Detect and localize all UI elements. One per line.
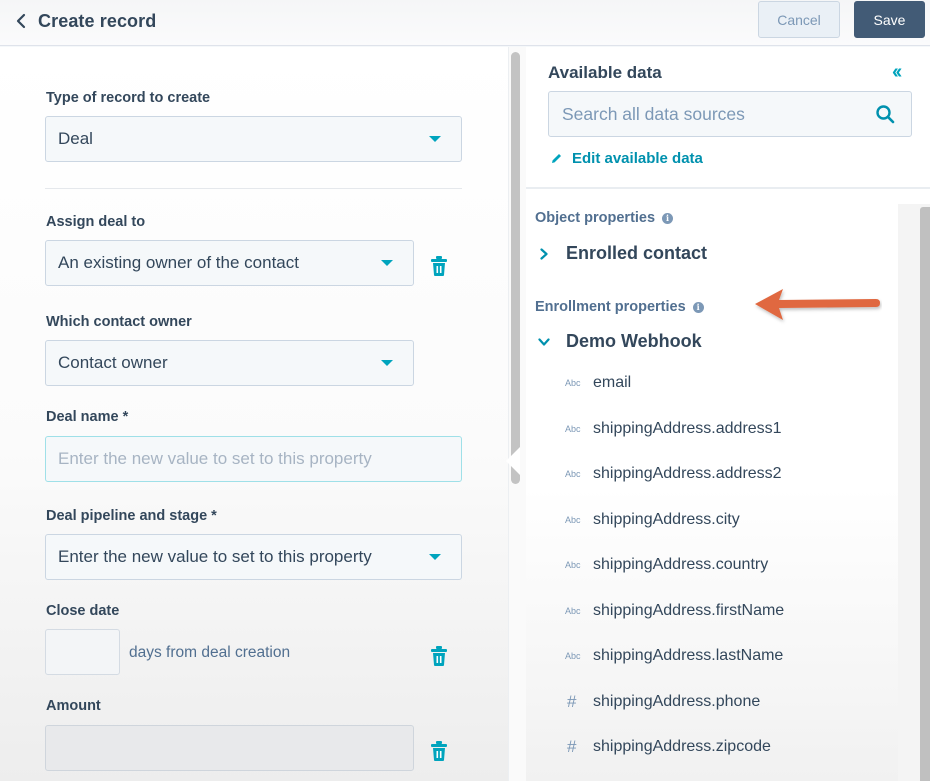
cancel-button[interactable]: Cancel (758, 1, 840, 38)
chevron-right-icon (540, 247, 548, 260)
page-header: Create record Cancel Save (0, 0, 930, 46)
demo-webhook-group[interactable]: Demo Webhook (538, 331, 702, 352)
trash-icon (431, 256, 447, 276)
text-type-icon: Abc (565, 378, 581, 388)
pipeline-stage-select[interactable]: Enter the new value to set to this prope… (45, 534, 462, 580)
edit-available-data-label: Edit available data (572, 150, 703, 167)
annotation-arrow-icon (755, 289, 880, 320)
search-placeholder: Search all data sources (562, 103, 745, 124)
double-chevron-left-icon[interactable]: ‹‹ (892, 61, 902, 84)
property-name: shippingAddress.lastName (593, 647, 784, 664)
close-date-suffix: days from deal creation (129, 644, 291, 661)
enrolled-contact-label: Enrolled contact (566, 243, 708, 263)
enrollment-properties-heading: Enrollment properties i (535, 299, 704, 315)
contact-owner-select[interactable]: Contact owner (45, 340, 414, 386)
available-data-title: Available data (548, 63, 662, 82)
property-name: shippingAddress.firstName (593, 602, 785, 619)
available-data-header: Available data ‹‹ Search all data source… (526, 47, 930, 189)
save-button[interactable]: Save (854, 1, 925, 38)
number-type-icon: # (567, 692, 577, 711)
property-item[interactable]: Abc email (565, 371, 631, 395)
text-type-icon: Abc (565, 515, 581, 525)
edit-available-data-link[interactable]: Edit available data (550, 150, 703, 167)
chevron-down-icon (538, 337, 550, 346)
property-name: email (593, 374, 632, 391)
assign-deal-select[interactable]: An existing owner of the contact (45, 240, 414, 286)
record-type-select[interactable]: Deal (45, 116, 462, 162)
assign-deal-label: Assign deal to (46, 214, 146, 230)
pipeline-stage-value: Enter the new value to set to this prope… (58, 547, 372, 566)
property-item[interactable]: Abc shippingAddress.lastName (565, 644, 783, 668)
search-icon (876, 105, 895, 124)
property-name: shippingAddress.address2 (593, 465, 782, 482)
close-date-days-input[interactable] (45, 629, 120, 675)
pipeline-stage-label: Deal pipeline and stage * (46, 508, 217, 524)
text-type-icon: Abc (565, 424, 581, 434)
form-scrollbar-thumb[interactable] (511, 52, 520, 484)
section-divider (45, 188, 462, 189)
deal-name-placeholder: Enter the new value to set to this prope… (58, 449, 372, 468)
text-type-icon: Abc (565, 651, 581, 661)
chevron-left-icon (16, 13, 26, 29)
record-type-label: Type of record to create (46, 90, 211, 106)
available-data-panel: Available data ‹‹ Search all data source… (526, 47, 930, 781)
property-item[interactable]: Abc shippingAddress.address2 (565, 462, 782, 486)
dropdown-caret-icon (381, 360, 393, 366)
trash-icon (431, 741, 447, 761)
text-type-icon: Abc (565, 606, 581, 616)
delete-close-date-button[interactable] (430, 645, 448, 667)
record-form-panel: Type of record to create Deal Assign dea… (0, 47, 510, 781)
deal-name-label: Deal name * (46, 409, 129, 425)
info-icon[interactable]: i (692, 301, 704, 313)
enrolled-contact-group[interactable]: Enrolled contact (538, 243, 707, 264)
deal-name-input[interactable]: Enter the new value to set to this prope… (45, 436, 462, 482)
record-type-value: Deal (58, 129, 93, 148)
object-properties-label: Object properties (535, 210, 656, 226)
dropdown-caret-icon (429, 136, 441, 142)
available-data-scrollbar-thumb[interactable] (920, 207, 930, 781)
property-item[interactable]: # shippingAddress.zipcode (565, 735, 771, 759)
back-button[interactable]: Create record (14, 8, 156, 34)
enrollment-properties-label: Enrollment properties (535, 299, 686, 315)
demo-webhook-label: Demo Webhook (566, 331, 702, 351)
property-item[interactable]: Abc shippingAddress.address1 (565, 417, 782, 441)
contact-owner-value: Contact owner (58, 353, 168, 372)
trash-icon (431, 646, 447, 666)
property-item[interactable]: Abc shippingAddress.city (565, 508, 740, 532)
delete-assign-button[interactable] (430, 255, 448, 277)
assign-deal-value: An existing owner of the contact (58, 253, 299, 272)
contact-owner-label: Which contact owner (46, 314, 192, 330)
dropdown-caret-icon (429, 554, 441, 560)
property-name: shippingAddress.phone (593, 693, 761, 710)
popover-pointer (506, 447, 520, 475)
property-name: shippingAddress.city (593, 511, 740, 528)
dropdown-caret-icon (381, 260, 393, 266)
text-type-icon: Abc (565, 469, 581, 479)
amount-label: Amount (46, 698, 101, 714)
property-name: shippingAddress.zipcode (593, 738, 771, 755)
delete-amount-button[interactable] (430, 740, 448, 762)
amount-input[interactable] (45, 725, 414, 771)
pencil-icon (552, 154, 561, 163)
info-icon[interactable]: i (662, 212, 674, 224)
close-date-label: Close date (46, 603, 120, 619)
property-name: shippingAddress.country (593, 556, 769, 573)
object-properties-heading: Object properties i (535, 210, 674, 226)
property-item[interactable]: Abc shippingAddress.firstName (565, 599, 784, 623)
property-item[interactable]: # shippingAddress.phone (565, 690, 760, 714)
page-title: Create record (38, 10, 157, 31)
property-item[interactable]: Abc shippingAddress.country (565, 553, 768, 577)
number-type-icon: # (567, 737, 577, 756)
data-source-search-input[interactable]: Search all data sources (548, 91, 912, 137)
text-type-icon: Abc (565, 560, 581, 570)
property-name: shippingAddress.address1 (593, 420, 782, 437)
